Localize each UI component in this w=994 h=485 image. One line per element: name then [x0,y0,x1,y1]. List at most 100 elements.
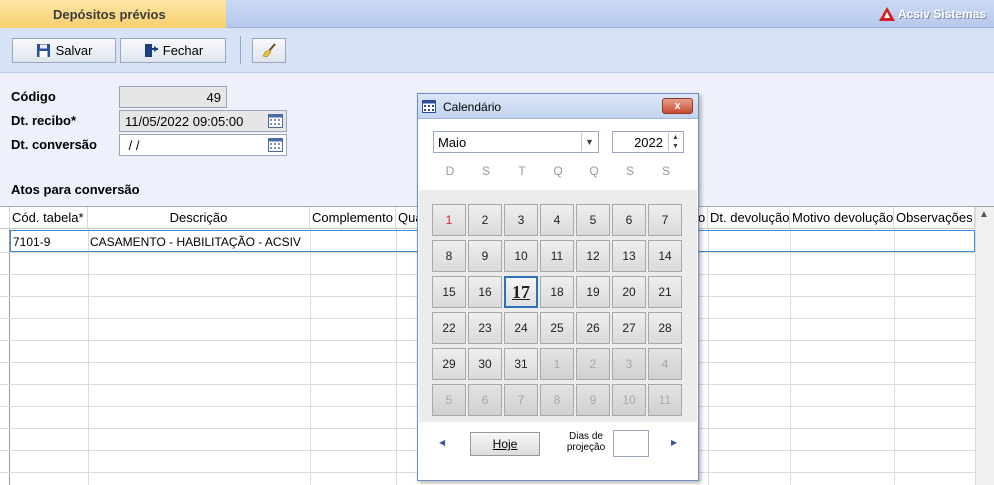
brand-name: Acsiv Sistemas [897,7,986,21]
calendar-day[interactable]: 10 [504,240,538,272]
calendar-day[interactable]: 5 [576,204,610,236]
scroll-up-arrow-icon[interactable]: ▲ [979,209,989,220]
grid-col-line [894,229,895,485]
calendar-day[interactable]: 29 [432,348,466,380]
calendar-day[interactable]: 16 [468,276,502,308]
calendar-day[interactable]: 24 [504,312,538,344]
calendar-title: Calendário [443,100,502,114]
calendar-day[interactable]: 9 [468,240,502,272]
calendar-title-bar[interactable]: Calendário x [418,94,698,119]
calendar-day[interactable]: 3 [504,204,538,236]
calendar-picker-icon[interactable] [268,138,283,152]
calendar-day-selected[interactable]: 17 [504,276,538,308]
weekday-label: Q [553,164,563,178]
calendar-day[interactable]: 28 [648,312,682,344]
close-form-button-label: Fechar [162,43,204,58]
grid-col-line [88,229,89,485]
calendar-day[interactable]: 25 [540,312,574,344]
dt-conversao-label: Dt. conversão [11,137,97,152]
calendar-day-next-month[interactable]: 8 [540,384,574,416]
calendar-day[interactable]: 19 [576,276,610,308]
calendar-day-next-month[interactable]: 5 [432,384,466,416]
calendar-day[interactable]: 26 [576,312,610,344]
broom-icon [262,43,276,58]
weekday-label: S [625,164,634,178]
calendar-day[interactable]: 2 [468,204,502,236]
grid-col-line [708,229,709,485]
dt-recibo-field[interactable]: 11/05/2022 09:05:00 [119,110,287,132]
clear-button[interactable] [252,38,286,63]
dias-projecao-label-line2: projeção [566,442,606,453]
save-button-label: Salvar [55,43,93,58]
today-button-label: Hoje [492,437,518,451]
calendar-dialog: Calendário x Maio ▼ 2022 ▲ ▼ D S T Q Q S … [417,93,699,481]
calendar-day-next-month[interactable]: 6 [468,384,502,416]
calendar-day[interactable]: 11 [540,240,574,272]
calendar-day[interactable]: 31 [504,348,538,380]
calendar-picker-icon[interactable] [268,114,283,128]
calendar-day-next-month[interactable]: 7 [504,384,538,416]
codigo-field[interactable]: 49 [119,86,227,108]
calendar-day-next-month[interactable]: 1 [540,348,574,380]
toolbar-separator [240,36,241,64]
previous-month-arrow-icon[interactable]: ◀ [439,438,445,447]
dias-projecao-input[interactable] [613,430,649,457]
dt-conversao-field[interactable]: / / [119,134,287,156]
calendar-day[interactable]: 23 [468,312,502,344]
calendar-day[interactable]: 18 [540,276,574,308]
year-value: 2022 [634,135,663,150]
col-dt-devolucao[interactable]: Dt. devolução [708,207,790,229]
calendar-day[interactable]: 15 [432,276,466,308]
atos-section-label: Atos para conversão [11,182,140,197]
dt-recibo-label: Dt. recibo* [11,113,77,128]
vertical-scrollbar[interactable]: ▲ [975,207,994,485]
dt-conversao-value: / / [125,138,140,153]
year-stepper[interactable]: 2022 ▲ ▼ [612,131,684,153]
calendar-day[interactable]: 12 [576,240,610,272]
month-select[interactable]: Maio ▼ [433,131,599,153]
weekday-header: D S T Q Q S S [432,164,686,182]
close-form-button[interactable]: Fechar [120,38,226,63]
calendar-day[interactable]: 30 [468,348,502,380]
next-month-arrow-icon[interactable]: ▶ [671,438,677,447]
calendar-day[interactable]: 4 [540,204,574,236]
spin-arrows-icon[interactable]: ▲ ▼ [668,133,682,151]
toolbar: Salvar Fechar [0,28,994,73]
grid-col-line [310,229,311,485]
calendar-day-next-month[interactable]: 2 [576,348,610,380]
calendar-day-next-month[interactable]: 4 [648,348,682,380]
page-title: Depósitos prévios [0,0,226,28]
calendar-day-next-month[interactable]: 3 [612,348,646,380]
col-complemento[interactable]: Complemento [310,207,396,229]
floppy-disk-icon [36,44,50,57]
calendar-day[interactable]: 6 [612,204,646,236]
calendar-day[interactable]: 1 [432,204,466,236]
cell-descricao[interactable]: CASAMENTO - HABILITAÇÃO - ACSIV [90,235,301,249]
col-cod-tabela[interactable]: Cód. tabela* [10,207,88,229]
calendar-icon [422,100,436,113]
calendar-day[interactable]: 13 [612,240,646,272]
today-button[interactable]: Hoje [470,432,540,456]
chevron-down-icon[interactable]: ▼ [581,133,597,151]
calendar-day-next-month[interactable]: 11 [648,384,682,416]
weekday-label: S [661,164,670,178]
calendar-day[interactable]: 7 [648,204,682,236]
col-observacoes[interactable]: Observações [894,207,975,229]
calendar-day[interactable]: 8 [432,240,466,272]
close-icon[interactable]: x [662,98,693,114]
calendar-day-next-month[interactable]: 10 [612,384,646,416]
col-motivo-devolucao[interactable]: Motivo devolução [790,207,894,229]
col-descricao[interactable]: Descrição [88,207,310,229]
cell-cod-tabela[interactable]: 7101-9 [13,235,50,249]
dias-projecao-label: Dias de projeção [564,431,608,453]
col-partial[interactable]: o [698,207,708,229]
row-selector-column [0,229,10,485]
month-value: Maio [438,135,467,150]
calendar-day[interactable]: 20 [612,276,646,308]
calendar-day[interactable]: 22 [432,312,466,344]
calendar-day-next-month[interactable]: 9 [576,384,610,416]
save-button[interactable]: Salvar [12,38,116,63]
calendar-day[interactable]: 14 [648,240,682,272]
calendar-day[interactable]: 21 [648,276,682,308]
calendar-day[interactable]: 27 [612,312,646,344]
